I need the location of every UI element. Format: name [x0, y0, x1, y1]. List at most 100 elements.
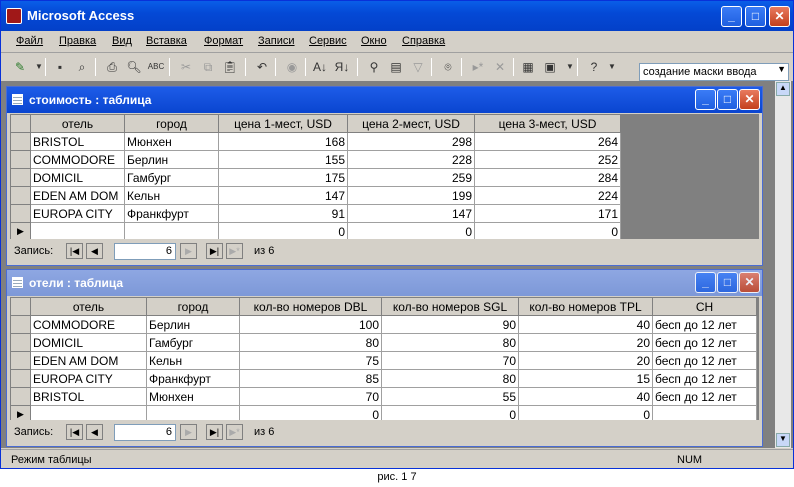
cell[interactable]: 264	[474, 132, 621, 151]
scroll-down-icon[interactable]: ▼	[776, 433, 790, 447]
cell[interactable]: COMMODORE	[30, 315, 147, 334]
column-header[interactable]: отель	[30, 114, 125, 133]
cell[interactable]: бесп до 12 лет	[652, 333, 757, 352]
first-record-icon[interactable]: |◀	[66, 243, 83, 259]
column-header[interactable]: кол-во номеров SGL	[381, 297, 519, 316]
menu-tools[interactable]: Сервис	[309, 35, 347, 47]
scroll-up-icon[interactable]: ▲	[776, 82, 790, 96]
cell[interactable]: COMMODORE	[30, 150, 125, 169]
hotels-minimize-button[interactable]: _	[695, 272, 716, 293]
cell[interactable]: 259	[347, 168, 475, 187]
cell[interactable]	[146, 405, 240, 420]
cell[interactable]: EUROPA CITY	[30, 204, 125, 223]
cell[interactable]: бесп до 12 лет	[652, 315, 757, 334]
cell[interactable]: Франкфурт	[146, 369, 240, 388]
column-header[interactable]: отель	[30, 297, 147, 316]
column-header[interactable]: цена 1-мест, USD	[218, 114, 348, 133]
cell[interactable]: 91	[218, 204, 348, 223]
row-selector[interactable]	[10, 132, 31, 151]
hotels-maximize-button[interactable]: □	[717, 272, 738, 293]
cell[interactable]: DOMICIL	[30, 333, 147, 352]
cell[interactable]: 175	[218, 168, 348, 187]
cell[interactable]: BRISTOL	[30, 387, 147, 406]
row-selector[interactable]	[10, 351, 31, 370]
new-record-nav-icon[interactable]: ▶*	[226, 243, 243, 259]
menu-view[interactable]: Вид	[112, 35, 132, 47]
print-preview-icon[interactable]: 🔍︎	[125, 58, 143, 76]
cell[interactable]: 171	[474, 204, 621, 223]
cell[interactable]: 228	[347, 150, 475, 169]
close-button[interactable]: ✕	[769, 6, 790, 27]
cell[interactable]: 55	[381, 387, 519, 406]
cut-icon[interactable]: ✂	[177, 58, 195, 76]
cell[interactable]: Гамбург	[146, 333, 240, 352]
last-record-icon[interactable]: ▶|	[206, 424, 223, 440]
cell[interactable]: Берлин	[146, 315, 240, 334]
cell[interactable]: 75	[239, 351, 382, 370]
cell[interactable]	[30, 222, 125, 239]
new-object-icon[interactable]: ▣	[541, 58, 559, 76]
view-design-icon[interactable]: ✎	[11, 58, 29, 76]
filter-by-selection-icon[interactable]: ⚲	[365, 58, 383, 76]
row-selector-header[interactable]	[10, 114, 31, 133]
print-icon[interactable]: ⎙	[103, 58, 121, 76]
table-row[interactable]: COMMODORE Берлин 155 228 252	[10, 150, 621, 169]
cell[interactable]: 90	[381, 315, 519, 334]
help-dropdown-icon[interactable]: ▼	[603, 58, 621, 76]
cell[interactable]: 100	[239, 315, 382, 334]
cell[interactable]: 0	[518, 405, 653, 420]
maximize-button[interactable]: □	[745, 6, 766, 27]
delete-record-icon[interactable]: ✕	[491, 58, 509, 76]
cell[interactable]: EUROPA CITY	[30, 369, 147, 388]
cell[interactable]	[124, 222, 219, 239]
cell[interactable]: бесп до 12 лет	[652, 369, 757, 388]
cell[interactable]: Франкфурт	[124, 204, 219, 223]
cell[interactable]: 70	[381, 351, 519, 370]
row-selector[interactable]	[10, 168, 31, 187]
table-row[interactable]: EUROPA CITY Франкфурт 91 147 171	[10, 204, 621, 223]
hotels-close-button[interactable]: ✕	[739, 272, 760, 293]
menu-records[interactable]: Записи	[258, 35, 295, 47]
cell[interactable]: 168	[218, 132, 348, 151]
mdi-vertical-scrollbar[interactable]: ▲ ▼	[775, 81, 791, 448]
new-record-row[interactable]: ▶ 0 0 0	[10, 405, 757, 420]
menu-file[interactable]: Файл	[16, 35, 43, 47]
row-selector[interactable]	[10, 333, 31, 352]
cell[interactable]	[30, 405, 147, 420]
table-row[interactable]: EUROPA CITY Франкфурт 85 80 15 бесп до 1…	[10, 369, 757, 388]
app-titlebar[interactable]: Microsoft Access _ □ ✕	[1, 1, 793, 31]
cell[interactable]: Берлин	[124, 150, 219, 169]
cost-minimize-button[interactable]: _	[695, 89, 716, 110]
cell[interactable]: 298	[347, 132, 475, 151]
record-number-input[interactable]: 6	[114, 424, 176, 441]
next-record-icon[interactable]: ▶	[180, 424, 197, 440]
column-header[interactable]: город	[124, 114, 219, 133]
table-row[interactable]: DOMICIL Гамбург 175 259 284	[10, 168, 621, 187]
table-row[interactable]: EDEN AM DOM Кельн 75 70 20 бесп до 12 ле…	[10, 351, 757, 370]
cell[interactable]: 70	[239, 387, 382, 406]
table-row[interactable]: DOMICIL Гамбург 80 80 20 бесп до 12 лет	[10, 333, 757, 352]
cell[interactable]: Кельн	[146, 351, 240, 370]
menu-insert[interactable]: Вставка	[146, 35, 187, 47]
last-record-icon[interactable]: ▶|	[206, 243, 223, 259]
cell[interactable]: 0	[347, 222, 475, 239]
row-selector[interactable]	[10, 387, 31, 406]
undo-icon[interactable]: ↶	[253, 58, 271, 76]
cell[interactable]: Гамбург	[124, 168, 219, 187]
sort-ascending-icon[interactable]: A↓	[311, 58, 329, 76]
column-header[interactable]: CH	[652, 297, 757, 316]
file-search-icon[interactable]: ⌕	[73, 58, 91, 76]
row-selector[interactable]	[10, 186, 31, 205]
spelling-icon[interactable]: ABC	[147, 58, 165, 76]
column-header[interactable]: цена 2-мест, USD	[347, 114, 475, 133]
cost-close-button[interactable]: ✕	[739, 89, 760, 110]
table-row[interactable]: BRISTOL Мюнхен 168 298 264	[10, 132, 621, 151]
cell[interactable]: 80	[381, 333, 519, 352]
table-row[interactable]: COMMODORE Берлин 100 90 40 бесп до 12 ле…	[10, 315, 757, 334]
menu-format[interactable]: Формат	[204, 35, 243, 47]
cell[interactable]: 15	[518, 369, 653, 388]
cell[interactable]: 0	[381, 405, 519, 420]
menu-edit[interactable]: Правка	[59, 35, 96, 47]
save-icon[interactable]: ▪	[51, 58, 69, 76]
cell[interactable]: EDEN AM DOM	[30, 186, 125, 205]
